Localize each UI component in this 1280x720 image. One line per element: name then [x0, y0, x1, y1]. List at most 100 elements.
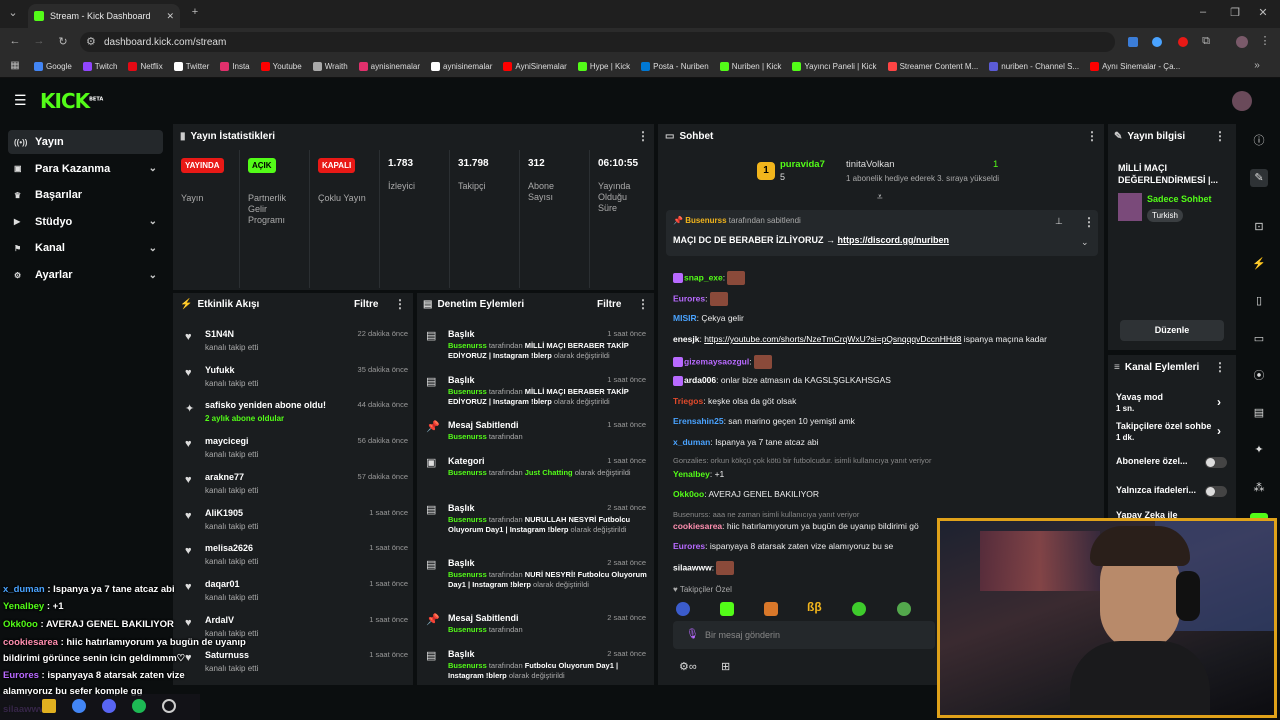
activity-filter-button[interactable]: Filtre — [354, 299, 378, 310]
bookmark-item[interactable]: Youtube — [260, 62, 302, 71]
url-field[interactable]: ⚙ dashboard.kick.com/stream — [80, 32, 1115, 52]
bookmark-item[interactable]: AyniSinemalar — [503, 62, 567, 71]
new-tab-icon[interactable]: + — [188, 6, 202, 18]
stream-info-menu-icon[interactable]: ⋮ — [1214, 129, 1226, 143]
message-icon[interactable]: ▭ — [1250, 330, 1268, 348]
bookmark-item[interactable]: nuriben - Channel S... — [989, 62, 1079, 71]
emote-kick-icon[interactable] — [720, 602, 734, 616]
maximize-icon[interactable]: ❐ — [1228, 6, 1242, 19]
extensions-puzzle-icon[interactable]: ⧉ — [1199, 35, 1213, 48]
sidebar-item-para-kazanma[interactable]: ▣ Para Kazanma ⌄ — [8, 157, 163, 181]
bookmark-item[interactable]: Twitch — [82, 62, 117, 71]
chevron-down-icon[interactable]: ⌄ — [149, 216, 157, 227]
activity-name[interactable]: safisko yeniden abone oldu! — [205, 400, 326, 410]
stats-menu-icon[interactable]: ⋮ — [637, 129, 649, 143]
profile-avatar-icon[interactable] — [1236, 36, 1248, 48]
chat-username[interactable]: gizemaysaozgul — [684, 356, 749, 366]
activity-menu-icon[interactable]: ⋮ — [394, 297, 406, 311]
chat-username[interactable]: x_duman — [673, 437, 710, 447]
moderator-name[interactable]: Busenurss — [448, 387, 487, 396]
kick-logo[interactable]: KICKBETA — [40, 89, 103, 113]
gift-user[interactable]: tinitaVolkan — [846, 159, 895, 170]
bookmark-item[interactable]: Insta — [220, 62, 250, 71]
bookmark-item[interactable]: Google — [34, 62, 72, 71]
folder-icon[interactable] — [42, 699, 56, 713]
extension-globe-icon[interactable] — [1152, 37, 1162, 47]
chat-username[interactable]: enesjk — [673, 334, 699, 344]
notes-icon[interactable]: ▯ — [1250, 292, 1268, 310]
nodes-icon[interactable]: ⁂ — [1250, 479, 1268, 497]
reload-icon[interactable]: ↻ — [56, 35, 70, 48]
moderator-name[interactable]: Busenurss — [448, 432, 487, 441]
chat-username[interactable]: Yenalbey — [673, 469, 710, 479]
user-avatar[interactable] — [1232, 91, 1252, 111]
back-icon[interactable]: ← — [8, 35, 22, 47]
bookmark-item[interactable]: Hype | Kick — [577, 62, 630, 71]
broadcast-rail-icon[interactable]: ⦿ — [1250, 367, 1268, 385]
chevron-right-icon[interactable]: › — [1217, 395, 1221, 409]
moderator-name[interactable]: Busenurss — [448, 341, 487, 350]
sidebar-item-yayın[interactable]: ((•)) Yayın — [8, 130, 163, 154]
activity-name[interactable]: maycicegi — [205, 436, 249, 446]
pinned-link[interactable]: https://discord.gg/nuriben — [838, 235, 950, 245]
unpin-icon[interactable]: ⊥ — [1055, 216, 1063, 227]
toggle-switch[interactable] — [1205, 457, 1227, 468]
pinned-by[interactable]: Busenurss — [685, 216, 726, 225]
forward-icon[interactable]: → — [32, 35, 46, 47]
chat-username[interactable]: Erensahin25 — [673, 416, 724, 426]
tab-close-icon[interactable]: ✕ — [166, 11, 174, 22]
chat-username[interactable]: MISIR — [673, 313, 697, 323]
chevron-down-icon[interactable]: ⌄ — [149, 243, 157, 254]
activity-name[interactable]: Yufukk — [205, 365, 235, 375]
toggle-switch[interactable] — [1205, 486, 1227, 497]
hamburger-menu-icon[interactable]: ☰ — [14, 93, 28, 107]
mic-icon[interactable]: 🎙 — [686, 629, 699, 640]
layout-icon[interactable]: ▤ — [1250, 404, 1268, 422]
chat-input[interactable]: Bir mesaj gönderin — [673, 621, 935, 649]
expand-icon[interactable]: ⩡ — [877, 192, 883, 203]
activity-name[interactable]: ArdalV — [205, 615, 234, 625]
bookmark-item[interactable]: Aynı Sinemalar - Ça... — [1090, 62, 1180, 71]
obs-icon[interactable] — [162, 699, 176, 713]
bookmark-item[interactable]: Twitter — [173, 62, 209, 71]
gift-top-user[interactable]: puravida7 — [780, 159, 825, 170]
chat-menu-icon[interactable]: ⋮ — [1086, 129, 1098, 143]
bookmark-item[interactable]: Posta - Nuriben — [641, 62, 709, 71]
chat-settings-icon[interactable]: ⚙∞ — [679, 660, 697, 673]
activity-name[interactable]: melisa2626 — [205, 543, 253, 553]
chat-username[interactable]: silaawww — [673, 562, 712, 572]
chat-username[interactable]: Eurores — [673, 293, 705, 303]
chevron-down-icon[interactable]: ⌄ — [149, 270, 157, 281]
bookmark-item[interactable]: aynisinemalar — [358, 62, 420, 71]
chat-username[interactable]: cookiesarea — [673, 521, 722, 531]
activity-name[interactable]: S1N4N — [205, 329, 234, 339]
channel-action-label[interactable]: Yavaş mod — [1116, 392, 1224, 402]
chat-username[interactable]: Triegos — [673, 396, 703, 406]
bookmarks-more-icon[interactable]: » — [1250, 60, 1264, 71]
moderator-name[interactable]: Busenurss — [448, 661, 487, 670]
emote-globe-icon[interactable] — [676, 602, 690, 616]
info-icon[interactable]: ⓘ — [1250, 132, 1268, 150]
activity-name[interactable]: Saturnuss — [205, 650, 249, 660]
gift-icon[interactable]: ⊞ — [721, 660, 730, 673]
site-info-icon[interactable]: ⚙ — [86, 35, 96, 48]
chevron-down-icon[interactable]: ⌄ — [149, 163, 157, 174]
sidebar-item-stüdyo[interactable]: ▶ Stüdyo ⌄ — [8, 210, 163, 234]
bookmark-item[interactable]: Nuriben | Kick — [719, 62, 781, 71]
wrench-icon[interactable]: ✦ — [1250, 441, 1268, 459]
moderator-name[interactable]: Busenurss — [448, 468, 487, 477]
discord-icon[interactable] — [102, 699, 116, 713]
spotify-icon[interactable] — [132, 699, 146, 713]
chat-link[interactable]: https://youtube.com/shorts/NzeTmCrqWxU?s… — [704, 334, 961, 344]
edit-stream-button[interactable]: Düzenle — [1120, 320, 1224, 341]
activity-name[interactable]: arakne77 — [205, 472, 244, 482]
chat-username[interactable]: arda006 — [684, 375, 716, 385]
bookmark-item[interactable]: Wraith — [312, 62, 348, 71]
bookmark-item[interactable]: aynisinemalar — [431, 62, 492, 71]
edit-icon[interactable]: ✎ — [1250, 169, 1268, 187]
extension-shield-icon[interactable] — [1128, 37, 1138, 47]
emote-ball-icon[interactable] — [897, 602, 911, 616]
activity-name[interactable]: AliK1905 — [205, 508, 243, 518]
bookmark-item[interactable]: Streamer Content M... — [887, 62, 978, 71]
crop-icon[interactable]: ⊡ — [1250, 218, 1268, 236]
